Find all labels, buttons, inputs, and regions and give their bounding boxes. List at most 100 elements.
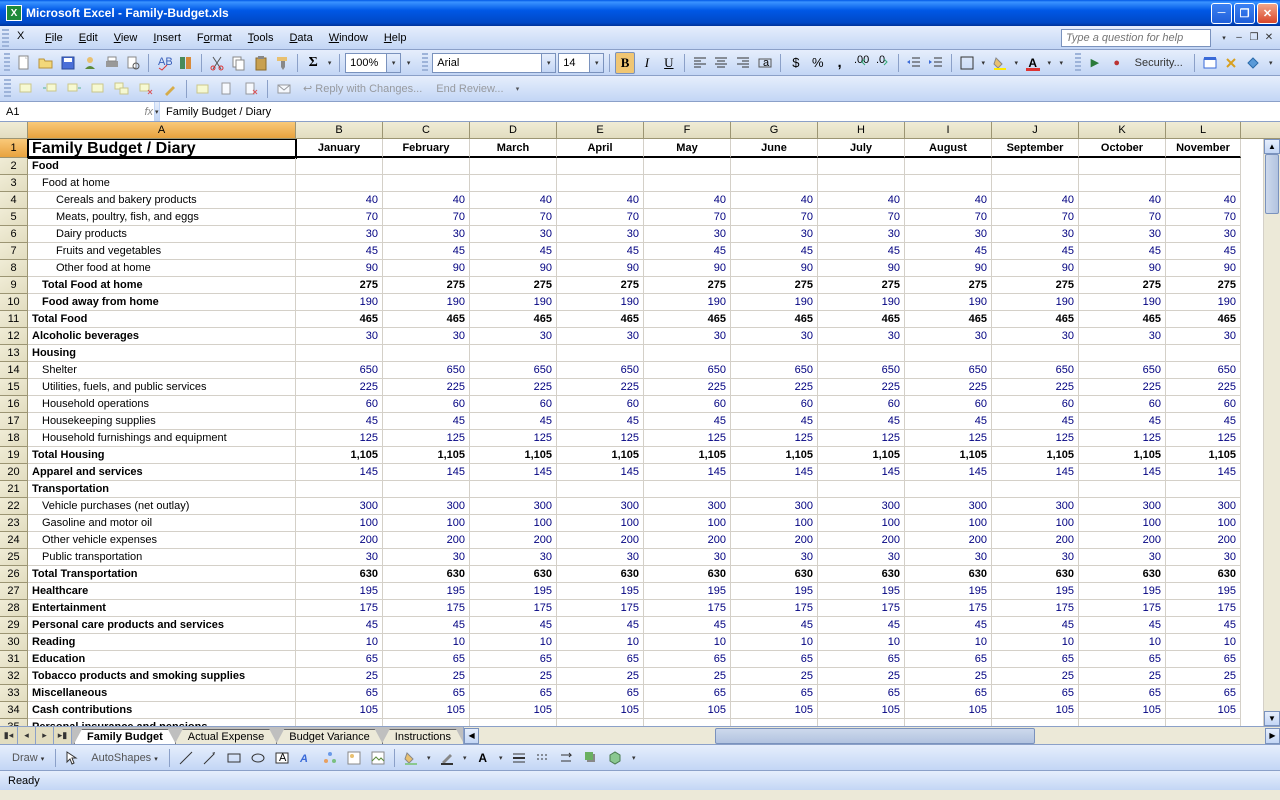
cell[interactable]: 100 bbox=[557, 515, 644, 532]
cell[interactable] bbox=[557, 345, 644, 362]
cell[interactable]: 25 bbox=[557, 668, 644, 685]
cell[interactable]: 30 bbox=[557, 549, 644, 566]
track-changes-button[interactable] bbox=[216, 78, 238, 100]
cell[interactable]: 190 bbox=[818, 294, 905, 311]
cell[interactable] bbox=[383, 345, 470, 362]
cell[interactable]: 60 bbox=[644, 396, 731, 413]
line-style-button[interactable] bbox=[508, 747, 530, 769]
shadow-button[interactable] bbox=[580, 747, 602, 769]
cell[interactable]: 465 bbox=[905, 311, 992, 328]
increase-indent-button[interactable] bbox=[926, 52, 946, 74]
cell[interactable]: 30 bbox=[1079, 549, 1166, 566]
cell[interactable]: 190 bbox=[1166, 294, 1241, 311]
cell[interactable]: 45 bbox=[1079, 413, 1166, 430]
cell[interactable]: 275 bbox=[731, 277, 818, 294]
column-header[interactable]: K bbox=[1079, 122, 1166, 138]
cell[interactable]: 10 bbox=[383, 634, 470, 651]
cell[interactable]: Gasoline and motor oil bbox=[28, 515, 296, 532]
cell[interactable]: 45 bbox=[557, 243, 644, 260]
cell[interactable]: 65 bbox=[992, 685, 1079, 702]
cell[interactable]: 195 bbox=[557, 583, 644, 600]
cell[interactable]: 10 bbox=[1166, 634, 1241, 651]
excel-doc-icon[interactable]: X bbox=[17, 30, 33, 46]
vba-button[interactable] bbox=[1200, 52, 1220, 74]
row-header[interactable]: 9 bbox=[0, 277, 28, 294]
cell[interactable]: 45 bbox=[296, 617, 383, 634]
cell[interactable]: 175 bbox=[992, 600, 1079, 617]
spelling-button[interactable]: ABC bbox=[154, 52, 174, 74]
cell[interactable]: November bbox=[1166, 139, 1241, 158]
cell[interactable]: 45 bbox=[296, 243, 383, 260]
cell[interactable]: 650 bbox=[1166, 362, 1241, 379]
cell[interactable]: Total Food at home bbox=[28, 277, 296, 294]
copy-button[interactable] bbox=[229, 52, 249, 74]
cell[interactable]: 45 bbox=[905, 243, 992, 260]
cell[interactable]: 90 bbox=[644, 260, 731, 277]
cell[interactable]: 100 bbox=[818, 515, 905, 532]
cell[interactable]: 70 bbox=[296, 209, 383, 226]
cell[interactable]: 40 bbox=[818, 192, 905, 209]
cell[interactable]: 45 bbox=[1079, 243, 1166, 260]
cell[interactable]: 45 bbox=[296, 413, 383, 430]
cell[interactable]: 650 bbox=[557, 362, 644, 379]
cell[interactable]: 630 bbox=[470, 566, 557, 583]
cell[interactable]: 30 bbox=[383, 549, 470, 566]
permission-button[interactable] bbox=[80, 52, 100, 74]
cell[interactable]: 1,105 bbox=[992, 447, 1079, 464]
cell[interactable]: 465 bbox=[644, 311, 731, 328]
cell[interactable]: 90 bbox=[731, 260, 818, 277]
oval-button[interactable] bbox=[247, 747, 269, 769]
select-objects-button[interactable] bbox=[61, 747, 83, 769]
cell[interactable]: Household furnishings and equipment bbox=[28, 430, 296, 447]
cell[interactable]: 25 bbox=[818, 668, 905, 685]
row-header[interactable]: 10 bbox=[0, 294, 28, 311]
cell[interactable]: 125 bbox=[383, 430, 470, 447]
cell[interactable]: Education bbox=[28, 651, 296, 668]
cell[interactable]: 40 bbox=[557, 192, 644, 209]
cell[interactable]: 275 bbox=[1166, 277, 1241, 294]
cell[interactable]: 70 bbox=[992, 209, 1079, 226]
hscroll-thumb[interactable] bbox=[715, 728, 1035, 744]
macro-play-button[interactable]: ▶ bbox=[1085, 52, 1105, 74]
cell[interactable] bbox=[992, 175, 1079, 192]
cell[interactable] bbox=[992, 481, 1079, 498]
grip-icon[interactable] bbox=[422, 53, 428, 73]
row-header[interactable]: 21 bbox=[0, 481, 28, 498]
cell[interactable]: 105 bbox=[1166, 702, 1241, 719]
cell[interactable]: 465 bbox=[1166, 311, 1241, 328]
column-header[interactable]: E bbox=[557, 122, 644, 138]
name-box[interactable] bbox=[0, 102, 90, 121]
italic-button[interactable]: I bbox=[637, 52, 657, 74]
cell[interactable]: Family Budget / Diary bbox=[28, 139, 296, 158]
draw-options[interactable] bbox=[628, 747, 640, 769]
row-header[interactable]: 14 bbox=[0, 362, 28, 379]
row-header[interactable]: 26 bbox=[0, 566, 28, 583]
cell[interactable]: 175 bbox=[731, 600, 818, 617]
cell[interactable] bbox=[1079, 719, 1166, 726]
cell[interactable]: 650 bbox=[1079, 362, 1166, 379]
scroll-down-button[interactable]: ▼ bbox=[1264, 711, 1280, 726]
row-header[interactable]: 18 bbox=[0, 430, 28, 447]
cell[interactable]: Total Housing bbox=[28, 447, 296, 464]
cell[interactable]: Meats, poultry, fish, and eggs bbox=[28, 209, 296, 226]
cell[interactable]: 30 bbox=[818, 549, 905, 566]
cell[interactable]: 65 bbox=[383, 651, 470, 668]
cell[interactable]: Reading bbox=[28, 634, 296, 651]
tab-prev-button[interactable]: ◂ bbox=[18, 727, 36, 744]
cell[interactable]: 30 bbox=[383, 328, 470, 345]
cell[interactable]: 105 bbox=[383, 702, 470, 719]
column-header[interactable]: F bbox=[644, 122, 731, 138]
cell[interactable]: Shelter bbox=[28, 362, 296, 379]
cell[interactable] bbox=[296, 345, 383, 362]
cell[interactable] bbox=[557, 481, 644, 498]
doc-minimize-button[interactable]: – bbox=[1232, 31, 1246, 45]
cell[interactable]: Dairy products bbox=[28, 226, 296, 243]
help-dropdown[interactable] bbox=[1217, 31, 1231, 45]
scroll-thumb[interactable] bbox=[1265, 154, 1279, 214]
column-header[interactable]: H bbox=[818, 122, 905, 138]
fx-button[interactable]: fx bbox=[144, 106, 153, 118]
cell[interactable]: August bbox=[905, 139, 992, 158]
cell[interactable] bbox=[557, 719, 644, 726]
cell[interactable]: February bbox=[383, 139, 470, 158]
cell[interactable]: 225 bbox=[731, 379, 818, 396]
